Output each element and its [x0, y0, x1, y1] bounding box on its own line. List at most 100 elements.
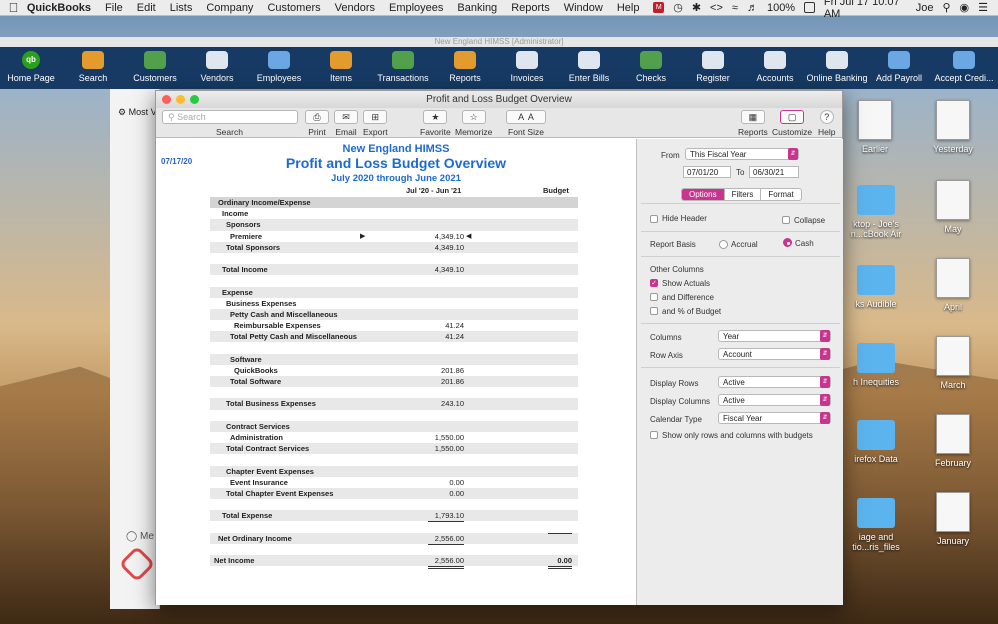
user-name[interactable]: Joe — [916, 2, 934, 14]
reports-button[interactable]: ▦ Reports — [738, 110, 768, 137]
menu-vendors[interactable]: Vendors — [335, 2, 375, 14]
table-row[interactable]: Net Ordinary Income 2,556.00 — [210, 532, 578, 545]
invoices-button[interactable]: Invoices — [496, 51, 558, 89]
zoom-icon[interactable] — [190, 95, 199, 104]
row-value[interactable]: 1,550.00 — [428, 432, 464, 444]
close-icon[interactable] — [162, 95, 171, 104]
print-button[interactable]: ⎙ Print — [305, 110, 329, 137]
desktop-item-files[interactable]: iage and tio...ris_files — [845, 498, 907, 552]
menu-company[interactable]: Company — [206, 2, 253, 14]
table-row[interactable]: Reimbursable Expenses 41.24 — [210, 320, 578, 333]
show-actuals-checkbox[interactable]: ✓ — [650, 279, 658, 287]
row-value[interactable]: 0.00 — [428, 477, 464, 489]
row-value[interactable]: 1,793.10 — [428, 510, 464, 523]
tab-filters[interactable]: Filters — [725, 189, 762, 200]
row-axis-select[interactable]: Account ⇵ — [718, 348, 831, 360]
menu-customers[interactable]: Customers — [267, 2, 320, 14]
hide-header-checkbox[interactable] — [650, 215, 658, 223]
date-range-select[interactable]: This Fiscal Year ⇵ — [685, 148, 799, 160]
menu-file[interactable]: File — [105, 2, 123, 14]
table-row[interactable] — [210, 253, 578, 264]
row-value[interactable]: 41.24 — [428, 331, 464, 342]
row-value[interactable]: 4,349.10 — [428, 264, 464, 275]
table-row[interactable]: Event Insurance 0.00 — [210, 477, 578, 489]
desktop-item-april[interactable]: April — [925, 258, 981, 312]
register-button[interactable]: Register — [682, 51, 744, 89]
display-rows-select[interactable]: Active ⇵ — [718, 376, 831, 388]
vendors-button[interactable]: Vendors — [186, 51, 248, 89]
menu-banking[interactable]: Banking — [457, 2, 497, 14]
show-only-budgets-checkbox[interactable] — [650, 431, 658, 439]
notification-icon[interactable]: ☰ — [978, 1, 988, 14]
export-button[interactable]: ⊞ Export — [363, 110, 388, 137]
transactions-button[interactable]: Transactions — [372, 51, 434, 89]
table-row[interactable] — [210, 410, 578, 421]
desktop-item-february[interactable]: February — [925, 414, 981, 468]
collapse-checkbox[interactable] — [782, 216, 790, 224]
reports-button[interactable]: Reports — [434, 51, 496, 89]
minimize-icon[interactable] — [176, 95, 185, 104]
bluetooth-icon[interactable]: ✱ — [692, 1, 701, 14]
items-button[interactable]: Items — [310, 51, 372, 89]
table-row[interactable]: Contract Services — [210, 420, 578, 432]
table-row[interactable] — [210, 387, 578, 398]
row-value[interactable]: 41.24 — [428, 320, 464, 333]
desktop-item-inequities[interactable]: h Inequities — [845, 343, 907, 387]
accounts-button[interactable]: Accounts — [744, 51, 806, 89]
app-menu[interactable]: QuickBooks — [27, 2, 91, 14]
desktop-item-earlier[interactable]: Earlier — [850, 100, 900, 154]
menu-employees[interactable]: Employees — [389, 2, 443, 14]
menu-window[interactable]: Window — [564, 2, 603, 14]
accrual-radio[interactable] — [719, 240, 728, 249]
row-value[interactable]: 4,349.10 — [428, 231, 464, 243]
and-difference-checkbox[interactable] — [650, 293, 658, 301]
desktop-item-firefox[interactable]: irefox Data — [845, 420, 907, 464]
desktop-item-may[interactable]: May — [925, 180, 981, 234]
table-row[interactable] — [210, 521, 578, 532]
tab-format[interactable]: Format — [761, 189, 800, 200]
code-icon[interactable]: <> — [710, 2, 723, 14]
home-page-button[interactable]: qb Home Page — [0, 51, 62, 89]
row-value[interactable]: 0.00 — [428, 488, 464, 499]
volume-icon[interactable]: ♬ — [747, 2, 758, 14]
mcafee-icon[interactable]: M — [653, 2, 665, 13]
search-input[interactable]: ⚲ Search — [162, 110, 298, 124]
table-row[interactable] — [210, 342, 578, 353]
desktop-item-january[interactable]: January — [925, 492, 981, 546]
spotlight-icon[interactable]: ⚲ — [942, 1, 950, 14]
window-titlebar[interactable]: Profit and Loss Budget Overview — [156, 91, 842, 108]
row-value[interactable]: 2,556.00 — [428, 555, 464, 569]
enter-bills-button[interactable]: Enter Bills — [558, 51, 620, 89]
table-row[interactable]: Expense — [210, 286, 578, 298]
table-row[interactable]: Total Petty Cash and Miscellaneous 41.24 — [210, 331, 578, 343]
apple-icon[interactable]:  — [0, 0, 27, 15]
table-row[interactable]: Income — [210, 208, 578, 219]
menu-reports[interactable]: Reports — [511, 2, 550, 14]
table-row[interactable]: Total Income 4,349.10 — [210, 264, 578, 276]
memorize-button[interactable]: ☆ Memorize — [455, 110, 492, 137]
table-row[interactable]: Chapter Event Expenses — [210, 465, 578, 477]
table-row[interactable] — [210, 275, 578, 286]
row-value[interactable]: 201.86 — [428, 365, 464, 377]
desktop-item-march[interactable]: March — [925, 336, 981, 390]
customize-button[interactable]: ▢ Customize — [772, 110, 812, 137]
row-budget[interactable]: 0.00 — [548, 555, 572, 569]
table-row[interactable]: Premiere 4,349.10 ▶ ◀ — [210, 231, 578, 243]
desktop-item-joes-macbook[interactable]: ktop - Joe's n...cBook Air — [845, 185, 907, 239]
calendar-type-select[interactable]: Fiscal Year ⇵ — [718, 412, 831, 424]
table-row[interactable]: Administration 1,550.00 — [210, 432, 578, 444]
customers-button[interactable]: Customers — [124, 51, 186, 89]
tab-options[interactable]: Options — [682, 189, 725, 200]
and-pct-budget-checkbox[interactable] — [650, 307, 658, 315]
row-value[interactable]: 2,556.00 — [428, 533, 464, 545]
row-value[interactable]: 243.10 — [428, 398, 464, 409]
table-row[interactable]: Total Chapter Event Expenses 0.00 — [210, 487, 578, 500]
favorite-button[interactable]: ★ Favorite — [420, 110, 451, 137]
battery-text[interactable]: 100% — [767, 2, 795, 14]
from-date-input[interactable]: 07/01/20 — [683, 166, 731, 178]
expand-arrow-icon[interactable]: ▶ — [360, 231, 365, 242]
row-budget[interactable] — [548, 532, 572, 534]
font-size-button[interactable]: A A Font Size — [506, 110, 546, 137]
table-row[interactable]: Net Income 2,556.00 0.00 — [210, 555, 578, 569]
table-row[interactable]: Total Sponsors 4,349.10 — [210, 241, 578, 253]
